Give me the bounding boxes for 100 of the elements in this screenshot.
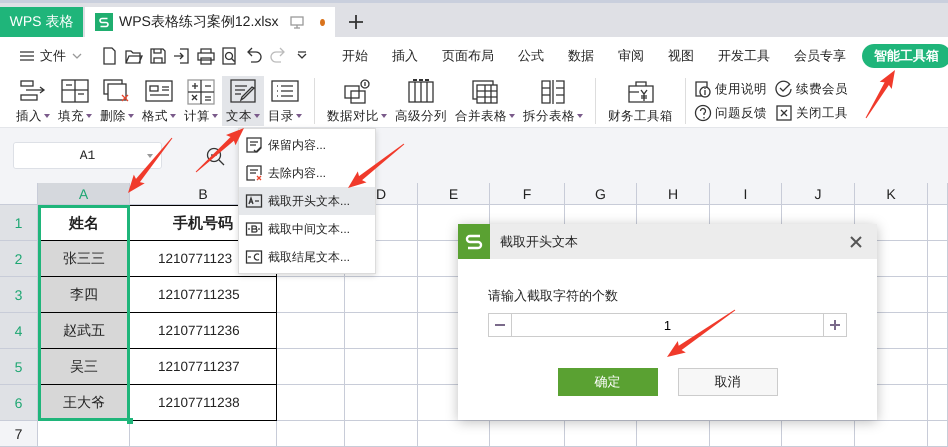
annotation-arrow xyxy=(866,70,895,118)
grid-cell xyxy=(277,385,345,421)
column-header[interactable]: G xyxy=(565,183,637,205)
table-cell: 吴三 xyxy=(38,349,130,385)
save-icon[interactable] xyxy=(148,46,168,66)
check-document-icon xyxy=(245,136,263,154)
spreadsheet-logo-icon xyxy=(95,13,113,31)
caret-icon xyxy=(577,114,583,118)
table-cell: 赵武五 xyxy=(38,313,130,349)
menu-item[interactable]: 截取开头文本... xyxy=(239,187,375,215)
grid-cell xyxy=(928,277,948,313)
close-icon[interactable] xyxy=(849,234,863,248)
printer-icon[interactable] xyxy=(196,46,216,66)
number-stepper[interactable]: 1 xyxy=(488,313,847,337)
prompt-label: 请输入截取字符的个数 xyxy=(488,287,619,305)
annotation-arrow xyxy=(128,138,172,193)
column-header[interactable]: E xyxy=(418,183,490,205)
caret-icon xyxy=(44,114,50,118)
chevron-down-icon xyxy=(72,53,82,59)
caret-icon xyxy=(381,114,387,118)
table-cell: 12107711237 xyxy=(130,349,277,385)
ribbon-tool-button[interactable]: 填充 xyxy=(54,76,96,126)
column-header[interactable]: H xyxy=(637,183,710,205)
grid-cell xyxy=(277,277,345,313)
menu-tab[interactable]: 会员专享 xyxy=(782,44,858,68)
menu-tab[interactable]: 公式 xyxy=(506,44,556,68)
close-box-icon xyxy=(775,104,793,122)
toolbox-link[interactable]: 关闭工具 xyxy=(775,104,848,122)
grid-cell xyxy=(928,421,948,447)
overlapping-squares-icon xyxy=(342,78,372,106)
ribbon-tool-button[interactable]: 拆分表格 xyxy=(519,76,587,126)
column-header[interactable]: K xyxy=(855,183,928,205)
text-box-icon xyxy=(245,248,263,266)
caret-icon xyxy=(296,114,302,118)
menu-tab[interactable]: 页面布局 xyxy=(430,44,506,68)
annotation-arrow xyxy=(348,144,404,188)
table-icon xyxy=(470,78,500,106)
annotation-arrow xyxy=(196,128,244,172)
toolbox-link[interactable]: 问题反馈 xyxy=(694,104,767,122)
caret-icon xyxy=(86,114,92,118)
menu-tab[interactable]: 审阅 xyxy=(606,44,656,68)
table-cell: 张三三 xyxy=(38,241,130,277)
grid-cell xyxy=(277,421,345,447)
dialog-title: 截取开头文本 xyxy=(500,232,579,250)
table-cell: 12107711235 xyxy=(130,277,277,313)
zoom-icon[interactable] xyxy=(206,146,226,166)
ribbon-tool-button[interactable]: 数据对比 xyxy=(323,76,391,126)
ribbon-tool-button[interactable]: 删除 xyxy=(96,76,138,126)
check-circle-icon xyxy=(775,80,793,98)
menu-item[interactable]: 保留内容... xyxy=(239,131,375,159)
file-menu[interactable]: 文件 xyxy=(20,47,82,65)
name-box[interactable]: A1 xyxy=(13,142,162,169)
toolbox-link[interactable]: 使用说明 xyxy=(694,80,767,98)
text-box-icon xyxy=(245,192,263,210)
menu-tab[interactable]: 插入 xyxy=(380,44,430,68)
ribbon-tool-button[interactable]: 插入 xyxy=(12,76,54,126)
ribbon-tool-button[interactable]: 目录 xyxy=(264,76,306,126)
add-tab-icon[interactable] xyxy=(349,15,363,29)
ribbon-tool-button[interactable]: 格式 xyxy=(138,76,180,126)
menu-tab[interactable]: 数据 xyxy=(556,44,606,68)
table-cell: 李四 xyxy=(38,277,130,313)
grid-cell xyxy=(418,421,490,447)
column-header[interactable]: F xyxy=(490,183,565,205)
grid-cell xyxy=(928,241,948,277)
caret-icon xyxy=(128,114,134,118)
ribbon-tool-button[interactable]: 财务工具箱 xyxy=(604,76,677,126)
menu-tab[interactable]: 视图 xyxy=(656,44,706,68)
ribbon-tool-button[interactable]: 高级分列 xyxy=(391,76,451,126)
menu-tab[interactable]: 开发工具 xyxy=(706,44,782,68)
menu-tab[interactable]: 开始 xyxy=(330,44,380,68)
ribbon-tool-button[interactable]: 文本 xyxy=(222,76,264,126)
ribbon-tool-button[interactable]: 合并表格 xyxy=(451,76,519,126)
menu-icon xyxy=(20,51,34,61)
grid-cell xyxy=(565,421,637,447)
grid-cell xyxy=(928,205,948,241)
monitor-icon xyxy=(290,16,304,28)
fill-handle[interactable] xyxy=(127,418,133,424)
caret-icon xyxy=(212,114,218,118)
info-document-icon xyxy=(694,80,712,98)
grid-cell xyxy=(277,349,345,385)
plus-icon xyxy=(829,319,841,331)
grid-cell xyxy=(928,313,948,349)
number-input[interactable]: 1 xyxy=(511,314,824,336)
ribbon-tool-button[interactable]: 计算 xyxy=(180,76,222,126)
toolbox-link[interactable]: 续费会员 xyxy=(775,80,848,98)
table-cell: 12107711238 xyxy=(130,385,277,421)
column-header[interactable]: J xyxy=(782,183,855,205)
text-box-icon xyxy=(245,220,263,238)
row-header[interactable]: 7 xyxy=(0,421,38,447)
column-header[interactable]: I xyxy=(710,183,782,205)
question-icon xyxy=(694,104,712,122)
grid-cell xyxy=(928,349,948,385)
document-tab[interactable]: WPS表格练习案例12.xlsx xyxy=(85,7,335,37)
grid-cell xyxy=(710,421,782,447)
pencil-document-icon xyxy=(228,78,258,106)
cancel-button[interactable]: 取消 xyxy=(678,368,778,396)
grid-cell xyxy=(928,385,948,421)
calculator-icon xyxy=(186,78,216,106)
caret-icon xyxy=(170,114,176,118)
caret-icon xyxy=(254,114,260,118)
